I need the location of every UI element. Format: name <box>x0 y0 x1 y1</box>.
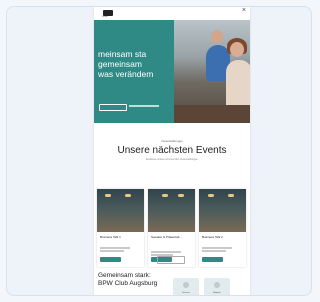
events-kicker: Veranstaltungen <box>161 139 183 143</box>
mobile-page-preview: CLUB × meinsam sta gemeinsam was verände… <box>94 7 250 295</box>
bottom-title-line: BPW Club Augsburg <box>98 280 158 287</box>
event-details-button[interactable] <box>100 257 121 262</box>
lamp-shape <box>105 194 111 197</box>
top-bar: CLUB × <box>94 7 250 20</box>
table <box>174 105 250 123</box>
event-details-button[interactable] <box>202 257 223 262</box>
logo-text: CLUB <box>102 16 108 18</box>
feature-chip: Netzwerk <box>173 278 199 295</box>
person-head <box>230 42 244 57</box>
event-meta-line <box>202 250 226 252</box>
event-image <box>148 189 195 232</box>
more-events-button[interactable] <box>157 256 185 264</box>
event-card[interactable]: Business Talk 1 <box>97 189 144 267</box>
event-card[interactable]: Business Talk 2 <box>199 189 246 267</box>
person-head <box>211 30 223 43</box>
event-title: Business Talk 1 <box>100 235 121 239</box>
chip-icon <box>214 282 220 288</box>
chip-icon <box>183 282 189 288</box>
event-image <box>199 189 246 232</box>
feature-chip: Mitglieder <box>204 278 230 295</box>
bottom-title-line: Gemeinsam stark: <box>98 272 151 279</box>
lamp-shape <box>228 194 234 197</box>
lamp-shape <box>162 194 168 197</box>
events-title: Unsere nächsten Events <box>117 145 227 156</box>
lamp-shape <box>208 194 214 197</box>
hero-headline-line: meinsam sta <box>98 49 147 59</box>
event-title: Speaker & Präsentati... <box>151 235 182 239</box>
events-subtitle: Entdecke unsere kommenden Veranstaltunge… <box>146 158 198 161</box>
hero-caption-line <box>129 105 159 107</box>
lamp-shape <box>178 194 184 197</box>
chip-label: Netzwerk <box>182 292 190 294</box>
hero-headline: meinsam sta gemeinsam was verändem <box>98 49 153 79</box>
bottom-section-title: Gemeinsam stark: BPW Club Augsburg <box>98 272 157 288</box>
event-image <box>97 189 144 232</box>
events-section: Veranstaltungen Unsere nächsten Events E… <box>94 123 250 161</box>
hero-photo <box>174 20 250 123</box>
close-icon[interactable]: × <box>242 7 246 14</box>
event-meta-line <box>100 250 124 252</box>
person-figure <box>226 60 250 110</box>
event-meta-line <box>151 251 181 253</box>
chip-label: Mitglieder <box>213 292 221 294</box>
event-meta-line <box>100 247 130 249</box>
hero-section: meinsam sta gemeinsam was verändem <box>94 20 250 123</box>
event-meta-line <box>202 247 232 249</box>
preview-card: CLUB × meinsam sta gemeinsam was verände… <box>6 6 312 296</box>
event-title: Business Talk 2 <box>202 235 223 239</box>
hero-headline-line: gemeinsam <box>98 59 142 69</box>
lamp-shape <box>125 194 131 197</box>
hero-headline-line: was verändem <box>98 69 154 79</box>
hero-button[interactable] <box>99 104 127 111</box>
